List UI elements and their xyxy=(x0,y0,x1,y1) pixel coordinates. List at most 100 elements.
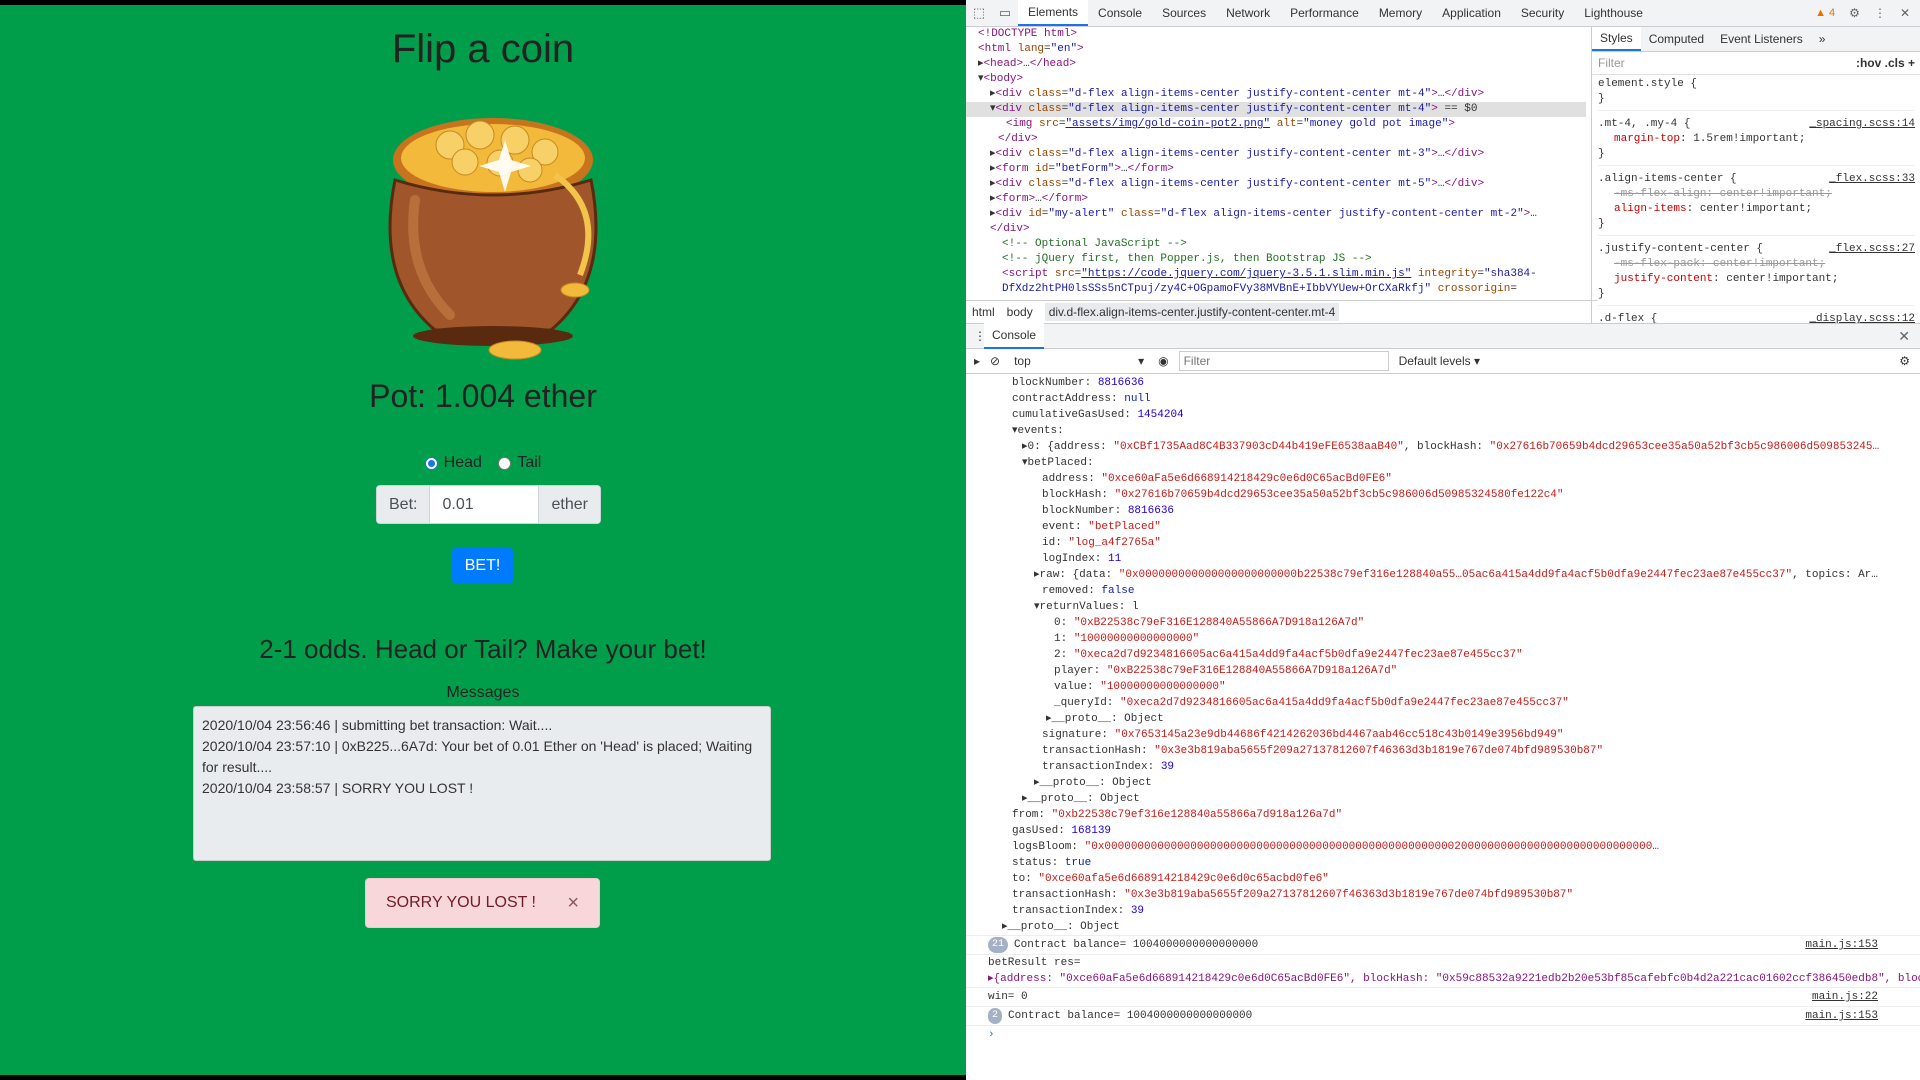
console-line[interactable]: ▾events: xyxy=(966,423,1920,439)
console-line[interactable]: ▸0: {address: "0xCBf1735Aad8C4B337903cD4… xyxy=(966,439,1920,455)
dom-node[interactable]: <!-- Optional JavaScript --> xyxy=(966,237,1586,252)
more-icon[interactable]: ⋮ xyxy=(974,329,986,343)
tab-styles[interactable]: Styles xyxy=(1592,27,1641,51)
console-line: 0: "0xB22538c79eF316E128840A55866A7D918a… xyxy=(1054,617,1365,629)
radio-head[interactable]: Head xyxy=(424,454,482,472)
inspect-icon[interactable]: ⬚ xyxy=(966,0,992,26)
dom-node[interactable]: <!-- jQuery first, then Popper.js, then … xyxy=(966,252,1586,267)
console-line: removed: false xyxy=(1042,585,1135,597)
dom-node[interactable]: ▸<div class="d-flex align-items-center j… xyxy=(966,87,1586,102)
dom-node[interactable]: </div> xyxy=(966,132,1586,147)
source-link[interactable]: main.js:153 xyxy=(1805,937,1878,953)
clear-console-icon[interactable]: ⊘ xyxy=(990,354,1000,368)
dom-node[interactable]: ▸<form>…</form> xyxy=(966,192,1586,207)
console-line: id: "log_a4f2765a" xyxy=(1042,537,1161,549)
close-icon[interactable]: × xyxy=(567,892,579,915)
styles-pane: Styles Computed Event Listeners » Filter… xyxy=(1591,27,1920,323)
tab-event-listeners[interactable]: Event Listeners xyxy=(1712,32,1811,46)
warning-icon[interactable]: ▲ 4 xyxy=(1815,7,1835,19)
sidebar-toggle-icon[interactable]: ▸ xyxy=(974,354,980,368)
source-link[interactable]: main.js:22 xyxy=(1812,989,1878,1005)
dom-node[interactable]: ▸<form id="betForm">…</form> xyxy=(966,162,1586,177)
dom-node[interactable]: ▸<head>…</head> xyxy=(966,57,1586,72)
console-prompt[interactable]: › xyxy=(966,1025,1920,1044)
tab-security[interactable]: Security xyxy=(1511,0,1574,26)
styles-tabs: Styles Computed Event Listeners » xyxy=(1592,27,1920,52)
elements-tree[interactable]: <!DOCTYPE html> <html lang="en"> ▸<head>… xyxy=(966,27,1586,300)
console-line: address: "0xce60aFa5e6d668914218429c0e6d… xyxy=(1042,473,1392,485)
dom-node[interactable]: <html lang="en"> xyxy=(966,42,1586,57)
drawer-tab-console[interactable]: Console xyxy=(984,323,1045,349)
bet-amount-input[interactable] xyxy=(430,486,539,523)
dom-node[interactable]: <img src="assets/img/gold-coin-pot2.png"… xyxy=(966,117,1586,132)
source-link[interactable]: main.js:153 xyxy=(1805,1008,1878,1024)
gear-icon[interactable]: ⚙ xyxy=(1899,354,1910,368)
styles-filter[interactable]: Filter :hov .cls + xyxy=(1592,52,1920,75)
console-line[interactable]: ▾betPlaced: xyxy=(966,455,1920,471)
console-output[interactable]: blockNumber: 8816636 contractAddress: nu… xyxy=(966,375,1920,1080)
bet-suffix: ether xyxy=(538,486,600,523)
hov-toggle[interactable]: :hov .cls + xyxy=(1856,56,1915,70)
tab-elements[interactable]: Elements xyxy=(1018,0,1089,26)
device-toggle-icon[interactable]: ▭ xyxy=(992,0,1018,26)
more-icon[interactable]: ⋮ xyxy=(1874,6,1886,20)
repeat-count-badge: 21 xyxy=(988,937,1009,953)
dom-node[interactable]: ▾<body> xyxy=(966,72,1586,87)
tab-console[interactable]: Console xyxy=(1088,0,1152,26)
tab-network[interactable]: Network xyxy=(1216,0,1280,26)
chevron-right-icon[interactable]: » xyxy=(1811,32,1834,46)
bet-button[interactable]: BET! xyxy=(452,548,513,584)
context-select[interactable]: top ▾ xyxy=(1010,354,1148,368)
tab-memory[interactable]: Memory xyxy=(1369,0,1432,26)
close-icon[interactable]: ✕ xyxy=(1900,6,1910,20)
tab-computed[interactable]: Computed xyxy=(1641,32,1712,46)
breadcrumb-div[interactable]: div.d-flex.align-items-center.justify-co… xyxy=(1044,303,1340,321)
dom-node[interactable]: <script src="https://code.jquery.com/jqu… xyxy=(966,267,1586,282)
bet-input-group: Bet: ether xyxy=(376,485,601,524)
alert-text: SORRY YOU LOST ! xyxy=(386,894,536,911)
side-selector: Head Tail xyxy=(0,454,966,475)
dom-node-selected[interactable]: ▾<div class="d-flex align-items-center j… xyxy=(966,102,1586,117)
console-line[interactable]: ▸raw: {data: "0x000000000000000000000000… xyxy=(966,567,1920,583)
tab-application[interactable]: Application xyxy=(1432,0,1511,26)
dom-node[interactable]: ▸<div class="d-flex align-items-center j… xyxy=(966,177,1586,192)
repeat-count-badge: 2 xyxy=(988,1008,1003,1024)
radio-tail-indicator[interactable] xyxy=(498,456,512,470)
result-alert: SORRY YOU LOST ! × xyxy=(365,878,600,928)
console-line[interactable]: ▸__proto__: Object xyxy=(966,791,1920,807)
dom-node[interactable]: ▸<div id="my-alert" class="d-flex align-… xyxy=(966,207,1586,222)
console-line: gasUsed: 168139 xyxy=(1012,825,1112,837)
tab-sources[interactable]: Sources xyxy=(1152,0,1216,26)
odds-heading: 2-1 odds. Head or Tail? Make your bet! xyxy=(259,634,707,664)
page-title: Flip a coin xyxy=(391,27,575,71)
console-line[interactable]: ▸__proto__: Object xyxy=(966,775,1920,791)
console-line[interactable]: ▸__proto__: Object xyxy=(966,711,1920,727)
console-line: value: "10000000000000000" xyxy=(1054,681,1226,693)
dom-node[interactable]: DfXdz2htPH0lsSSs5nCTpuj/zy4C+OGpamoFVy38… xyxy=(966,282,1586,297)
breadcrumb-html[interactable]: html xyxy=(972,305,995,319)
console-line: status: true xyxy=(1012,857,1092,869)
tab-lighthouse[interactable]: Lighthouse xyxy=(1574,0,1653,26)
console-line: transactionHash: "0x3e3b819aba5655f209a2… xyxy=(1042,745,1604,757)
gear-icon[interactable]: ⚙ xyxy=(1849,6,1860,20)
console-line: transactionHash: "0x3e3b819aba5655f209a2… xyxy=(1012,889,1574,901)
dom-node[interactable]: </div> xyxy=(966,222,1586,237)
console-line[interactable]: ▾returnValues: l xyxy=(966,599,1920,615)
message-line: 2020/10/04 23:56:46 | submitting bet tra… xyxy=(202,717,553,733)
breadcrumb-body[interactable]: body xyxy=(1007,305,1033,319)
styles-filter-input[interactable]: Filter xyxy=(1598,56,1625,70)
dom-node[interactable]: ▸<div class="d-flex align-items-center j… xyxy=(966,147,1586,162)
console-toolbar: ▸ ⊘ top ▾ ◉ Filter Default levels ▾ ⚙ xyxy=(966,348,1920,374)
message-line: 2020/10/04 23:58:57 | SORRY YOU LOST ! xyxy=(202,780,474,796)
log-levels-select[interactable]: Default levels ▾ xyxy=(1399,354,1480,368)
messages-textarea[interactable]: 2020/10/04 23:56:46 | submitting bet tra… xyxy=(193,706,771,861)
close-icon[interactable]: ✕ xyxy=(1898,328,1910,345)
radio-head-indicator[interactable] xyxy=(424,456,438,470)
dom-node[interactable]: <!DOCTYPE html> xyxy=(966,27,1586,42)
breadcrumb: html body div.d-flex.align-items-center.… xyxy=(966,300,1597,323)
radio-tail[interactable]: Tail xyxy=(498,454,541,472)
console-filter-input[interactable]: Filter xyxy=(1178,350,1389,371)
eye-icon[interactable]: ◉ xyxy=(1158,354,1168,368)
tab-performance[interactable]: Performance xyxy=(1280,0,1369,26)
console-line[interactable]: ▸__proto__: Object xyxy=(966,919,1920,935)
